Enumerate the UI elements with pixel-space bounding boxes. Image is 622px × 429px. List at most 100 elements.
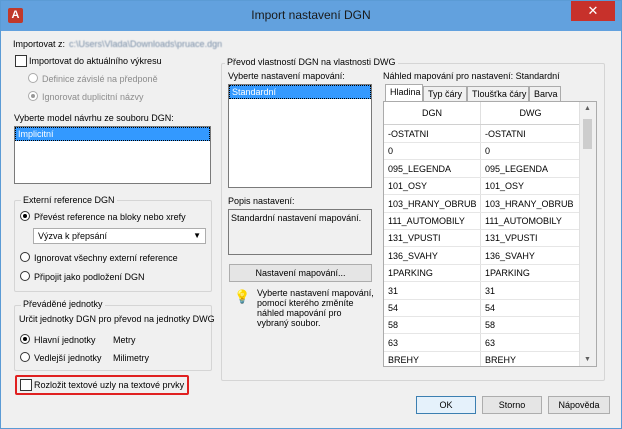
explode-text-label[interactable]: Rozložit textové uzly na textové prvky — [34, 380, 184, 390]
cell-dgn: 131_VPUSTI — [388, 233, 441, 244]
mapping-description-box: Standardní nastavení mapování. — [228, 209, 372, 255]
scrollbar-thumb[interactable] — [583, 119, 592, 149]
mapping-tip: Vyberte nastavení mapování, pomocí které… — [257, 288, 374, 328]
import-from-label: Importovat z: — [13, 39, 66, 49]
radio-ignore-duplicates-label[interactable]: Ignorovat duplicitní názvy — [42, 92, 144, 102]
mapping-list-item[interactable]: Standardní — [229, 85, 371, 99]
cell-dwg[interactable]: 63 — [485, 338, 495, 348]
mapping-group-title: Převod vlastností DGN na vlastnosti DWG — [225, 57, 398, 67]
radio-sub-units-label[interactable]: Vedlejší jednotky — [34, 353, 102, 363]
cell-dwg[interactable]: 54 — [485, 303, 495, 313]
mapping-select-label: Vyberte nastavení mapování: — [228, 71, 345, 81]
tab-lineweight[interactable]: Tloušťka čáry — [467, 86, 529, 101]
cell-dwg[interactable]: 1PARKING — [485, 268, 530, 278]
radio-ignore-refs-label[interactable]: Ignorovat všechny externí reference — [34, 253, 178, 263]
table-row[interactable]: 103_HRANY_OBRUB 103_HRANY_OBRUB — [384, 194, 580, 213]
table-row[interactable]: BREHY BREHY — [384, 350, 580, 366]
cell-dgn: 136_SVAHY — [388, 250, 438, 261]
radio-convert-refs-label[interactable]: Převést reference na bloky nebo xrefy — [34, 212, 186, 222]
grid-header: DGN DWG — [384, 102, 580, 125]
external-refs-title: Externí reference DGN — [21, 195, 117, 205]
cell-dwg[interactable]: 103_HRANY_OBRUB — [485, 199, 574, 209]
units-title: Převáděné jednotky — [21, 299, 105, 309]
cell-dgn: 0 — [388, 146, 394, 157]
table-row[interactable]: -OSTATNI -OSTATNI — [384, 124, 580, 143]
radio-prefix-definitions-label[interactable]: Definice závislé na předponě — [42, 74, 158, 84]
cell-dgn: 111_AUTOMOBILY — [388, 216, 465, 226]
tab-color[interactable]: Barva — [529, 86, 561, 101]
radio-master-units[interactable] — [20, 334, 30, 344]
radio-convert-refs[interactable] — [20, 211, 30, 221]
cell-dgn: 1PARKING — [388, 268, 433, 279]
cell-dwg[interactable]: 0 — [485, 146, 490, 156]
table-row[interactable]: 58 58 — [384, 315, 580, 335]
radio-master-units-label[interactable]: Hlavní jednotky — [34, 335, 96, 345]
lightbulb-icon: 💡 — [234, 289, 251, 304]
radio-attach-underlay-label[interactable]: Připojit jako podložení DGN — [34, 272, 145, 282]
import-current-label[interactable]: Importovat do aktuálního výkresu — [29, 56, 162, 66]
cell-dgn: 58 — [388, 320, 399, 331]
dialog-window: A Import nastavení DGN ✕ Importovat z: c… — [0, 0, 622, 429]
column-header-dwg[interactable]: DWG — [481, 108, 580, 118]
cell-dgn: 101_OSY — [388, 181, 428, 192]
model-list-item[interactable]: Implicitní — [15, 127, 210, 141]
vertical-scrollbar[interactable]: ▲ ▼ — [579, 102, 596, 366]
radio-ignore-refs[interactable] — [20, 252, 30, 262]
radio-prefix-definitions[interactable] — [28, 73, 38, 83]
cell-dwg[interactable]: 58 — [485, 320, 495, 330]
cancel-button[interactable]: Storno — [482, 396, 542, 414]
overwrite-combo-value: Výzva k přepsání — [38, 231, 108, 241]
table-row[interactable]: 54 54 — [384, 298, 580, 317]
title-bar[interactable]: A Import nastavení DGN ✕ — [1, 1, 621, 31]
table-row[interactable]: 101_OSY 101_OSY — [384, 176, 580, 196]
table-row[interactable]: 31 31 — [384, 281, 580, 300]
help-button[interactable]: Nápověda — [548, 396, 610, 414]
table-row[interactable]: 00 — [384, 141, 580, 161]
cell-dgn: 095_LEGENDA — [388, 163, 452, 174]
radio-ignore-duplicates[interactable] — [28, 91, 38, 101]
preview-label: Náhled mapování pro nastavení: Standardn… — [383, 71, 560, 81]
close-button[interactable]: ✕ — [571, 1, 615, 21]
tab-linetype[interactable]: Typ čáry — [423, 86, 467, 101]
table-row[interactable]: 111_AUTOMOBILY 111_AUTOMOBILY — [384, 211, 580, 230]
sub-units-value: Milimetry — [113, 353, 149, 363]
cell-dwg[interactable]: -OSTATNI — [485, 129, 526, 139]
mapping-preview-grid[interactable]: DGN DWG -OSTATNI -OSTATNI 0 0 095_LEGENDA 095… — [383, 101, 597, 367]
mapping-listbox[interactable]: Standardní — [228, 84, 372, 188]
master-units-value: Metry — [113, 335, 136, 345]
scroll-up-icon[interactable]: ▲ — [584, 105, 591, 112]
model-select-label: Vyberte model návrhu ze souboru DGN: — [14, 113, 174, 123]
import-path-value: c:\Users\Vlada\Downloads\pruace.dgn — [69, 39, 223, 49]
cell-dgn: 31 — [388, 285, 399, 296]
cell-dwg[interactable]: 131_VPUSTI — [485, 233, 538, 243]
radio-sub-units[interactable] — [20, 352, 30, 362]
cell-dwg[interactable]: 111_AUTOMOBILY — [485, 216, 562, 226]
cell-dwg[interactable]: 136_SVAHY — [485, 251, 535, 261]
column-header-dgn[interactable]: DGN — [384, 108, 480, 118]
cell-dgn: 54 — [388, 303, 399, 313]
table-row[interactable]: 136_SVAHY 136_SVAHY — [384, 246, 580, 265]
import-current-checkbox[interactable] — [15, 55, 27, 67]
table-row[interactable]: 1PARKING 1PARKING — [384, 263, 580, 283]
model-listbox[interactable]: Implicitní — [14, 126, 211, 184]
scroll-down-icon[interactable]: ▼ — [584, 356, 591, 363]
cell-dwg[interactable]: 101_OSY — [485, 181, 524, 191]
chevron-down-icon: ▼ — [193, 231, 201, 240]
radio-attach-underlay[interactable] — [20, 271, 30, 281]
cell-dgn: -OSTATNI — [388, 129, 429, 139]
mapping-description-label: Popis nastavení: — [228, 196, 295, 206]
cell-dwg[interactable]: 31 — [485, 286, 495, 296]
cell-dgn: 103_HRANY_OBRUB — [388, 198, 477, 209]
mapping-settings-button[interactable]: Nastavení mapování... — [229, 264, 372, 282]
cell-dwg[interactable]: 095_LEGENDA — [485, 164, 548, 174]
table-row[interactable]: 095_LEGENDA 095_LEGENDA — [384, 159, 580, 178]
cell-dwg[interactable]: BREHY — [485, 355, 516, 365]
tab-layer[interactable]: Hladina — [385, 84, 423, 102]
table-row[interactable]: 131_VPUSTI 131_VPUSTI — [384, 228, 580, 248]
overwrite-combo[interactable]: Výzva k přepsání ▼ — [33, 228, 206, 244]
table-row[interactable]: 63 63 — [384, 333, 580, 352]
units-description: Určit jednotky DGN pro převod na jednotk… — [19, 314, 215, 324]
explode-text-checkbox[interactable] — [20, 379, 32, 391]
ok-button[interactable]: OK — [416, 396, 476, 414]
dialog-title: Import nastavení DGN — [251, 8, 371, 22]
